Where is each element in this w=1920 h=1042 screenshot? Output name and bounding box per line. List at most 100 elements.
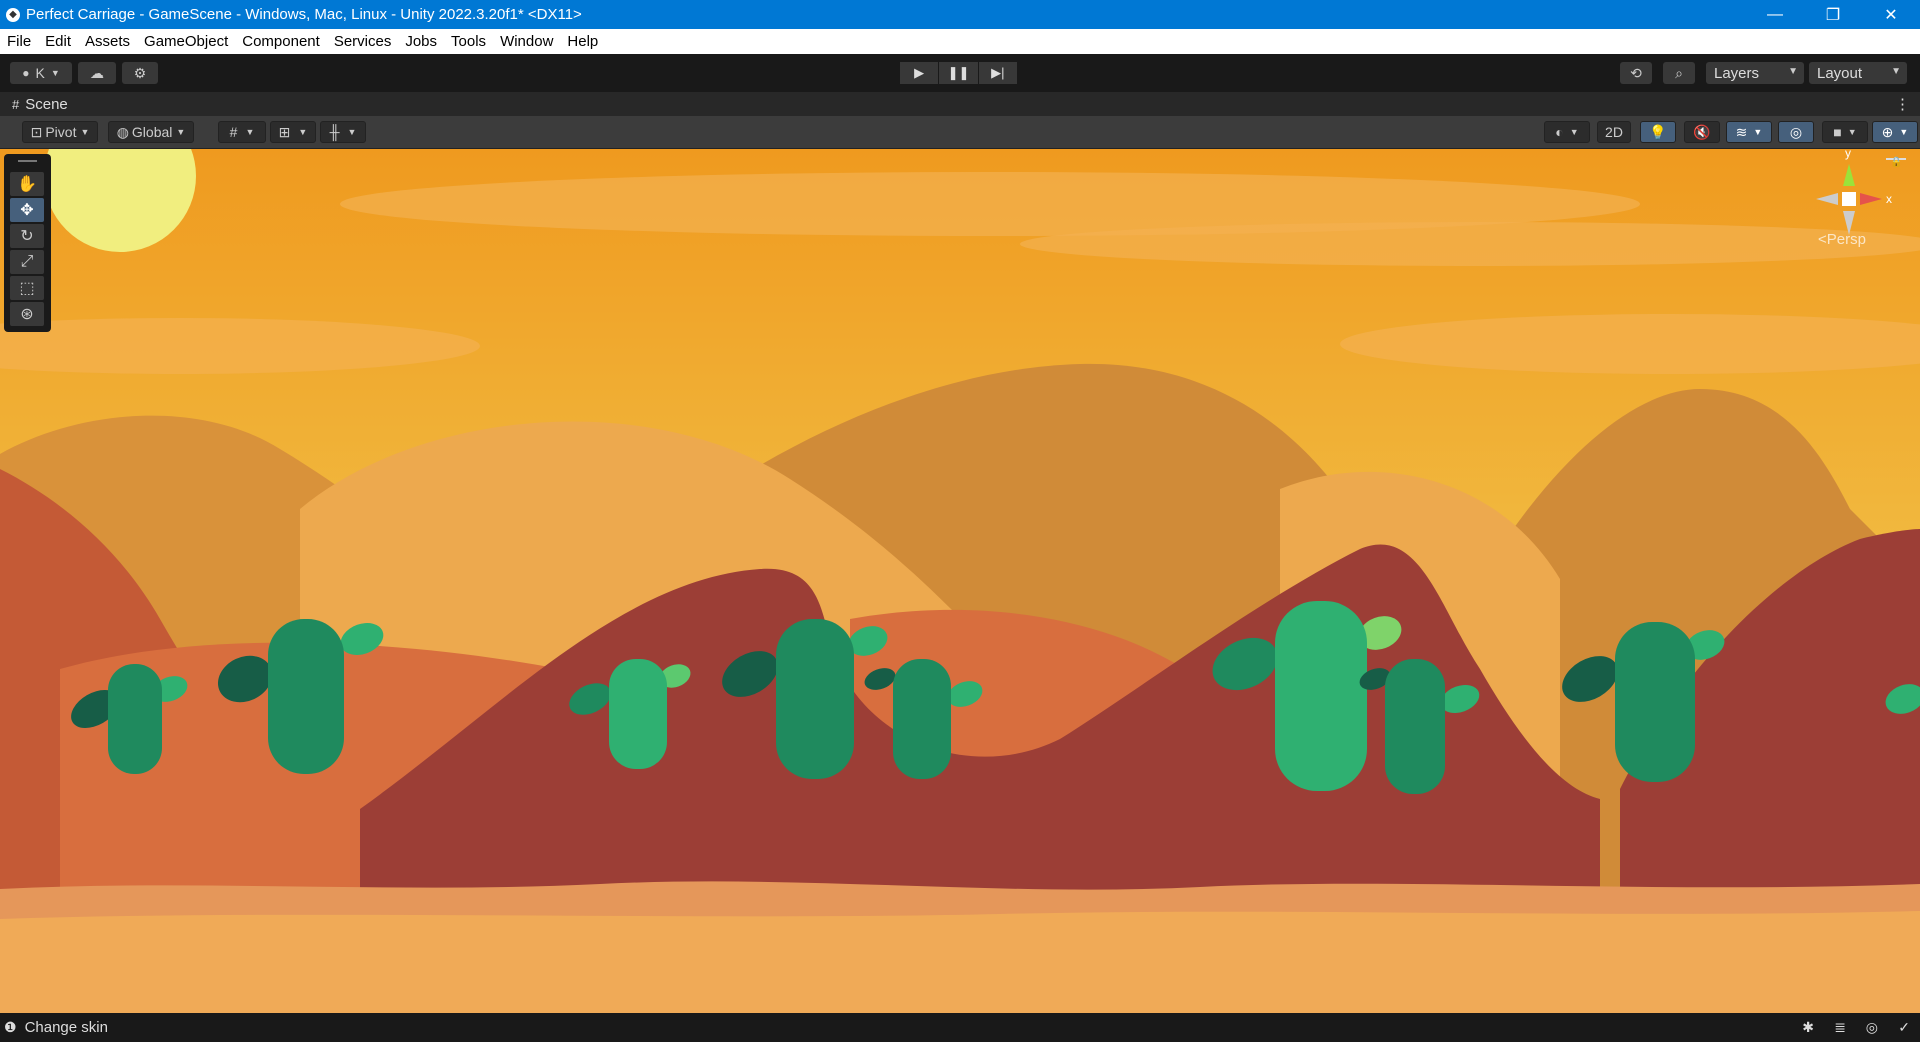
chevron-down-icon: ▼: [1891, 66, 1901, 77]
rect-tool-button[interactable]: ⬚: [10, 276, 44, 300]
unity-logo-icon: ◆: [6, 7, 20, 22]
menu-tools[interactable]: Tools: [444, 33, 493, 50]
lighting-toggle[interactable]: 💡: [1640, 121, 1676, 143]
scale-tool-button[interactable]: ⤢: [10, 250, 44, 274]
grid-visibility-dropdown[interactable]: # ▼: [218, 121, 266, 143]
eye-slash-icon: ◎: [1789, 123, 1803, 140]
account-dropdown[interactable]: ● K ▼: [10, 62, 72, 84]
info-icon: ❶: [4, 1019, 17, 1035]
pivot-label: Pivot: [45, 124, 77, 140]
layers-dropdown[interactable]: Layers ▼: [1706, 62, 1804, 84]
camera-icon: ■: [1833, 124, 1842, 140]
gizmo-icon: ⊕: [1881, 123, 1894, 140]
menu-help[interactable]: Help: [560, 33, 605, 50]
palette-drag-handle[interactable]: [18, 160, 37, 162]
gizmos-dropdown[interactable]: ⊕ ▼: [1872, 121, 1918, 143]
chevron-down-icon: ▼: [1847, 127, 1857, 137]
snap-grid-icon: ⊞: [278, 123, 291, 140]
tab-scene[interactable]: Scene: [25, 96, 68, 113]
perspective-label[interactable]: <Persp: [1818, 231, 1866, 248]
cloud-button[interactable]: ☁: [78, 62, 116, 84]
toggle-2d-button[interactable]: 2D: [1597, 121, 1631, 143]
chevron-down-icon: ▼: [1569, 127, 1579, 137]
shading-mode-icon: ◐: [1555, 124, 1564, 140]
chevron-down-icon: ▼: [1788, 66, 1798, 77]
play-icon: ▶: [914, 65, 925, 80]
move-tool-button[interactable]: ✥: [10, 198, 44, 222]
menu-edit[interactable]: Edit: [38, 33, 78, 50]
lightbulb-icon: 💡: [1649, 123, 1667, 140]
scene-orientation-gizmo[interactable]: 🔒 y x <Persp: [1800, 149, 1910, 248]
menu-jobs[interactable]: Jobs: [398, 33, 444, 50]
search-icon: ⌕: [1675, 64, 1683, 81]
pause-icon: ❚❚: [947, 65, 970, 80]
history-icon: ⟲: [1630, 64, 1642, 81]
camera-dropdown[interactable]: ■ ▼: [1822, 121, 1868, 143]
gizmo-y-label: y: [1845, 149, 1851, 160]
rotate-tool-button[interactable]: ↻: [10, 224, 44, 248]
layers-label: Layers: [1714, 64, 1760, 82]
step-icon: ▶|: [991, 65, 1005, 80]
pivot-icon: ⊡: [30, 123, 43, 140]
layout-dropdown[interactable]: Layout ▼: [1809, 62, 1907, 84]
chevron-down-icon: ▼: [347, 127, 357, 137]
menu-assets[interactable]: Assets: [78, 33, 137, 50]
play-button[interactable]: ▶: [900, 62, 939, 84]
menu-services[interactable]: Services: [327, 33, 399, 50]
menu-component[interactable]: Component: [235, 33, 327, 50]
transform-tool-button[interactable]: ⊛: [10, 302, 44, 326]
gear-icon: ⚙: [133, 64, 147, 81]
more-options-icon[interactable]: ⋮: [1895, 95, 1910, 113]
step-button[interactable]: ▶|: [978, 62, 1017, 84]
progress-icon[interactable]: ◎: [1866, 1019, 1878, 1036]
main-toolbar: ● K ▼ ☁ ⚙ ▶ ❚❚ ▶| ⟲ ⌕ Layers ▼ Layout ▼: [0, 54, 1920, 92]
history-button[interactable]: ⟲: [1620, 62, 1652, 84]
effects-dropdown[interactable]: ≋ ▼: [1726, 121, 1772, 143]
menu-file[interactable]: File: [0, 33, 38, 50]
layers-stack-icon: ≋: [1735, 123, 1748, 140]
maximize-button[interactable]: ❐: [1804, 0, 1862, 29]
draw-mode-dropdown[interactable]: ◐ ▼: [1544, 121, 1590, 143]
chevron-down-icon: ▼: [298, 127, 308, 137]
rotate-icon: ↻: [20, 228, 34, 245]
scene-toolbar: ⊡ Pivot ▼ ◍ Global ▼ # ▼ ⊞ ▼ ╫ ▼ ◐ ▼ 2D …: [0, 116, 1920, 149]
foreground-sand: [0, 911, 1920, 1013]
pause-button[interactable]: ❚❚: [939, 62, 978, 84]
account-icon: ●: [22, 66, 30, 80]
menu-gameobject[interactable]: GameObject: [137, 33, 235, 50]
debug-icon[interactable]: ✱: [1802, 1019, 1814, 1036]
search-button[interactable]: ⌕: [1663, 62, 1695, 84]
menu-window[interactable]: Window: [493, 33, 560, 50]
hand-tool-button[interactable]: ✋: [10, 172, 44, 196]
check-icon[interactable]: ✓: [1898, 1019, 1910, 1036]
hidden-objects-toggle[interactable]: ◎: [1778, 121, 1814, 143]
close-button[interactable]: ✕: [1862, 0, 1920, 29]
ruler-icon: ╫: [329, 124, 340, 140]
layout-label: Layout: [1817, 64, 1863, 82]
collab-button[interactable]: ⚙: [122, 62, 158, 84]
title-bar: ◆ Perfect Carriage - GameScene - Windows…: [0, 0, 1920, 29]
cache-server-icon[interactable]: ≣: [1834, 1019, 1846, 1036]
scene-viewport[interactable]: 🔒 y x <Persp: [0, 149, 1920, 1013]
global-label: Global: [131, 124, 173, 140]
pivot-dropdown[interactable]: ⊡ Pivot ▼: [22, 121, 98, 143]
status-text: Change skin: [24, 1019, 108, 1036]
grid-icon: #: [229, 124, 238, 140]
chevron-down-icon: ▼: [1753, 127, 1763, 137]
axis-gizmo-icon: [1816, 164, 1882, 235]
mode-2d-label: 2D: [1605, 124, 1623, 140]
global-dropdown[interactable]: ◍ Global ▼: [108, 121, 194, 143]
minimize-button[interactable]: —: [1746, 0, 1804, 29]
scale-icon: ⤢: [20, 253, 34, 270]
status-bar: ❶ Change skin ✱ ≣ ◎ ✓: [0, 1013, 1920, 1042]
gizmo-x-label: x: [1886, 192, 1892, 206]
globe-icon: ◍: [116, 123, 129, 140]
scene-tab-bar: # Scene ⋮: [0, 92, 1920, 116]
audio-toggle[interactable]: 🔇: [1684, 121, 1720, 143]
grid-snapping-dropdown[interactable]: ⊞ ▼: [270, 121, 316, 143]
desert-scene: [0, 149, 1920, 1013]
cloud: [1020, 222, 1920, 266]
account-label: K: [35, 65, 45, 81]
increment-snapping-dropdown[interactable]: ╫ ▼: [320, 121, 366, 143]
window-title: Perfect Carriage - GameScene - Windows, …: [26, 6, 582, 23]
